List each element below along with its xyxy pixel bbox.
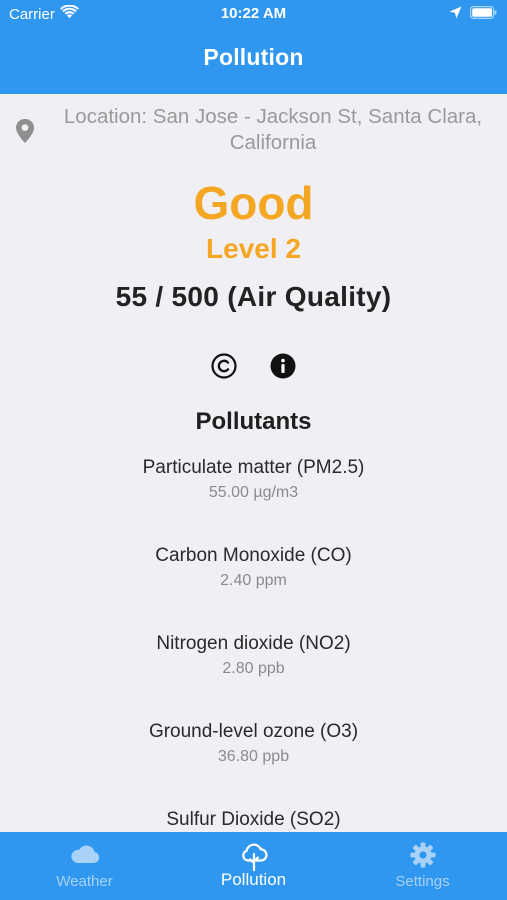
status-right-group [449, 6, 497, 23]
gear-icon [338, 842, 507, 870]
page-title: Pollution [203, 44, 304, 70]
status-time: 10:22 AM [220, 5, 287, 22]
tab-settings[interactable]: Settings [338, 832, 507, 900]
copyright-icon[interactable] [210, 352, 238, 380]
tree-icon [169, 842, 338, 872]
tab-label: Pollution [220, 870, 287, 889]
pollutant-item-pm25: Particulate matter (PM2.5) 55.00 µg/m3 [0, 456, 507, 504]
pollutant-name: Sulfur Dioxide (SO2) [166, 809, 341, 830]
top-bar: Carrier 10:22 AM Pollution [0, 0, 507, 94]
pollutant-item-o3: Ground-level ozone (O3) 36.80 ppb [0, 720, 507, 768]
pollutant-name: Ground-level ozone (O3) [148, 721, 359, 742]
pollutant-value: 55.00 µg/m3 [208, 484, 299, 501]
pollutant-name: Carbon Monoxide (CO) [155, 545, 352, 566]
battery-icon [470, 6, 497, 23]
pollutant-value: 36.80 ppb [217, 748, 290, 765]
status-bar: Carrier 10:22 AM [0, 0, 507, 28]
tab-weather[interactable]: Weather [0, 832, 169, 900]
tab-label: Weather [56, 873, 113, 890]
app-screen: Carrier 10:22 AM Pollution Location: San… [0, 0, 507, 900]
pollutants-heading: Pollutants [195, 408, 312, 435]
pollutant-value: 2.40 ppm [220, 572, 287, 589]
air-quality-status: Good [193, 177, 314, 229]
pollutant-item-no2: Nitrogen dioxide (NO2) 2.80 ppb [0, 632, 507, 680]
pollutant-item-so2: Sulfur Dioxide (SO2) [0, 808, 507, 832]
tab-label: Settings [395, 873, 450, 890]
pollution-content[interactable]: Location: San Jose - Jackson St, Santa C… [0, 94, 507, 832]
location-label: Location: San Jose - Jackson St, Santa C… [63, 105, 483, 154]
info-icons-row [0, 352, 507, 382]
location-arrow-icon [449, 6, 462, 23]
cloud-icon [0, 842, 169, 870]
pollutant-item-co: Carbon Monoxide (CO) 2.40 ppm [0, 544, 507, 592]
info-icon[interactable] [269, 352, 297, 380]
pollutant-name: Particulate matter (PM2.5) [142, 457, 365, 478]
map-pin-icon [14, 118, 36, 144]
air-quality-level: Level 2 [206, 233, 301, 264]
location-row: Location: San Jose - Jackson St, Santa C… [0, 104, 507, 160]
tab-pollution[interactable]: Pollution [169, 832, 338, 900]
tab-bar: Weather Pollution Settings [0, 832, 507, 900]
air-quality-index: 55 / 500 (Air Quality) [115, 281, 392, 312]
pollutant-value: 2.80 ppb [222, 660, 285, 677]
pollutant-name: Nitrogen dioxide (NO2) [156, 633, 351, 654]
